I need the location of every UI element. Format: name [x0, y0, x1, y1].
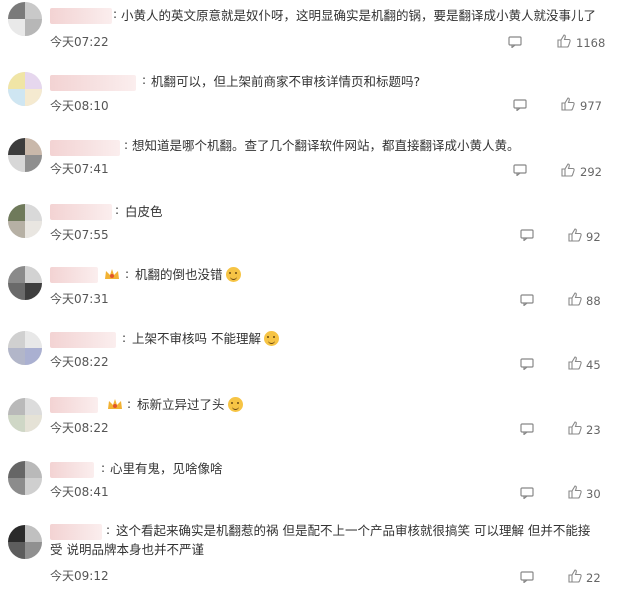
- comment-text: 这个看起来确实是机翻惹的祸 但是配不上一个产品审核就很搞笑 可以理解 但并不能接…: [50, 523, 591, 557]
- like-count: 292: [580, 165, 602, 179]
- comment-item: : 机翻可以，但上架前商家不审核详情页和标题吗? 今天08:10 977: [0, 66, 617, 126]
- timestamp: 今天08:41: [50, 485, 109, 499]
- avatar[interactable]: [8, 72, 42, 106]
- comment-text-content: 机翻的倒也没错: [135, 267, 223, 282]
- like-count: 30: [586, 487, 601, 501]
- timestamp: 今天09:12: [50, 569, 109, 583]
- avatar[interactable]: [8, 461, 42, 495]
- comment-icon[interactable]: [513, 99, 527, 111]
- avatar[interactable]: [8, 525, 42, 559]
- thumbs-up-icon[interactable]: [557, 34, 571, 48]
- laughing-emoji-icon: [225, 267, 241, 282]
- crown-badge-icon: [105, 269, 119, 279]
- username[interactable]: [50, 140, 120, 156]
- avatar[interactable]: [8, 331, 42, 365]
- laughing-emoji-icon: [227, 397, 243, 412]
- comment-icon[interactable]: [520, 294, 534, 306]
- like-count: 23: [586, 423, 601, 437]
- avatar[interactable]: [8, 398, 42, 432]
- comment-icon[interactable]: [520, 571, 534, 583]
- thumbs-up-icon[interactable]: [568, 292, 582, 306]
- like-count: 977: [580, 99, 602, 113]
- comment-text: 心里有鬼，见啥像啥: [110, 461, 223, 476]
- thumbs-up-icon[interactable]: [568, 485, 582, 499]
- like-count: 1168: [576, 36, 606, 50]
- like-count: 88: [586, 294, 601, 308]
- comment-item: : 想知道是哪个机翻。查了几个翻译软件网站，都直接翻译成小黄人黄。 今天07:4…: [0, 130, 617, 190]
- timestamp: 今天08:22: [50, 421, 109, 435]
- timestamp: 今天07:22: [50, 35, 109, 49]
- comment-icon[interactable]: [520, 423, 534, 435]
- timestamp: 今天08:22: [50, 355, 109, 369]
- username[interactable]: [50, 75, 136, 91]
- username[interactable]: [50, 267, 98, 283]
- crown-badge-icon: [108, 399, 122, 409]
- avatar[interactable]: [8, 266, 42, 300]
- timestamp: 今天07:31: [50, 292, 109, 306]
- comment-icon[interactable]: [513, 164, 527, 176]
- comment-text: 小黄人的英文原意就是奴仆呀，这明显确实是机翻的锅，要是翻译成小黄人就没事儿了: [121, 8, 597, 23]
- username[interactable]: [50, 332, 116, 348]
- comment-text: 上架不审核吗 不能理解: [132, 329, 432, 348]
- thumbs-up-icon[interactable]: [561, 97, 575, 111]
- comment-item: : 上架不审核吗 不能理解 今天08:22 45: [0, 325, 617, 387]
- like-count: 45: [586, 358, 601, 372]
- comment-text-content: 标新立异过了头: [137, 397, 225, 412]
- comment-icon[interactable]: [520, 229, 534, 241]
- avatar[interactable]: [8, 138, 42, 172]
- comment-text: 想知道是哪个机翻。查了几个翻译软件网站，都直接翻译成小黄人黄。: [132, 138, 520, 153]
- username[interactable]: [50, 462, 94, 478]
- thumbs-up-icon[interactable]: [568, 356, 582, 370]
- comment-text-content: 上架不审核吗 不能理解: [132, 331, 261, 346]
- comment-item: : 机翻的倒也没错 今天07:31 88: [0, 260, 617, 322]
- thumbs-up-icon[interactable]: [568, 569, 582, 583]
- comment-text: 机翻的倒也没错: [135, 265, 435, 284]
- thumbs-up-icon[interactable]: [568, 228, 582, 242]
- comment-icon[interactable]: [508, 36, 522, 48]
- comment-item: : 标新立异过了头 今天08:22 23: [0, 390, 617, 452]
- comment-item: : 这个看起来确实是机翻惹的祸 但是配不上一个产品审核就很搞笑 可以理解 但并不…: [0, 517, 617, 598]
- comment-text: 标新立异过了头: [137, 395, 437, 414]
- like-count: 22: [586, 571, 601, 585]
- timestamp: 今天07:41: [50, 162, 109, 176]
- comment-icon[interactable]: [520, 487, 534, 499]
- like-count: 92: [586, 230, 601, 244]
- thumbs-up-icon[interactable]: [561, 163, 575, 177]
- timestamp: 今天08:10: [50, 99, 109, 113]
- comment-item: : 小黄人的英文原意就是奴仆呀，这明显确实是机翻的锅，要是翻译成小黄人就没事儿了…: [0, 0, 617, 60]
- comment-item: : 白皮色 今天07:55 92: [0, 196, 617, 256]
- username[interactable]: [50, 397, 98, 413]
- comment-text: 机翻可以，但上架前商家不审核详情页和标题吗?: [151, 74, 421, 89]
- username[interactable]: [50, 8, 112, 24]
- username[interactable]: [50, 204, 112, 220]
- timestamp: 今天07:55: [50, 228, 109, 242]
- comment-icon[interactable]: [520, 358, 534, 370]
- avatar[interactable]: [8, 204, 42, 238]
- laughing-emoji-icon: [263, 331, 279, 346]
- thumbs-up-icon[interactable]: [568, 421, 582, 435]
- comment-item: : 心里有鬼，见啥像啥 今天08:41 30: [0, 455, 617, 513]
- comment-text: 白皮色: [125, 204, 163, 219]
- avatar[interactable]: [8, 2, 42, 36]
